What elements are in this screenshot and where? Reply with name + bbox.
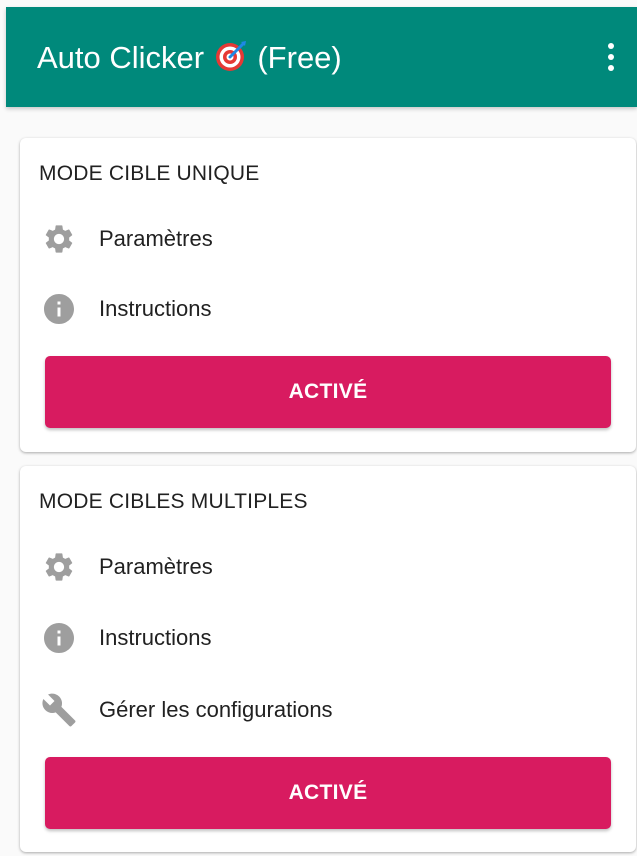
multi-instructions-label: Instructions (99, 625, 212, 650)
multi-target-title: MODE CIBLES MULTIPLES (39, 490, 308, 513)
multi-manage-configs-item[interactable]: Gérer les configurations (39, 690, 619, 730)
more-vert-icon-dot (608, 65, 614, 71)
multi-settings-label: Paramètres (99, 554, 213, 579)
single-instructions-item[interactable]: Instructions (39, 289, 619, 329)
app-title-prefix: Auto Clicker (37, 40, 205, 75)
app-title-suffix: (Free) (257, 40, 342, 75)
single-target-card: MODE CIBLE UNIQUE Paramètres Instruction… (20, 138, 636, 452)
multi-target-card: MODE CIBLES MULTIPLES Paramètres Instruc… (20, 466, 636, 852)
more-vert-icon-dot (608, 43, 614, 49)
single-activate-button[interactable]: ACTIVÉ (45, 356, 611, 428)
single-target-title: MODE CIBLE UNIQUE (39, 162, 260, 185)
multi-manage-configs-label: Gérer les configurations (99, 697, 333, 722)
info-icon (39, 289, 79, 329)
single-settings-label: Paramètres (99, 226, 213, 251)
info-icon (39, 618, 79, 658)
more-vert-icon-dot (608, 54, 614, 60)
multi-settings-item[interactable]: Paramètres (39, 547, 619, 587)
wrench-icon (39, 690, 79, 730)
gear-icon (39, 219, 79, 259)
multi-activate-button[interactable]: ACTIVÉ (45, 757, 611, 829)
single-instructions-label: Instructions (99, 296, 212, 321)
gear-icon (39, 547, 79, 587)
more-options-button[interactable] (599, 37, 623, 77)
app-bar: Auto Clicker (Free) (6, 7, 637, 107)
app-title: Auto Clicker (Free) (37, 39, 342, 77)
single-settings-item[interactable]: Paramètres (39, 219, 619, 259)
target-emoji-icon (215, 41, 246, 71)
multi-instructions-item[interactable]: Instructions (39, 618, 619, 658)
